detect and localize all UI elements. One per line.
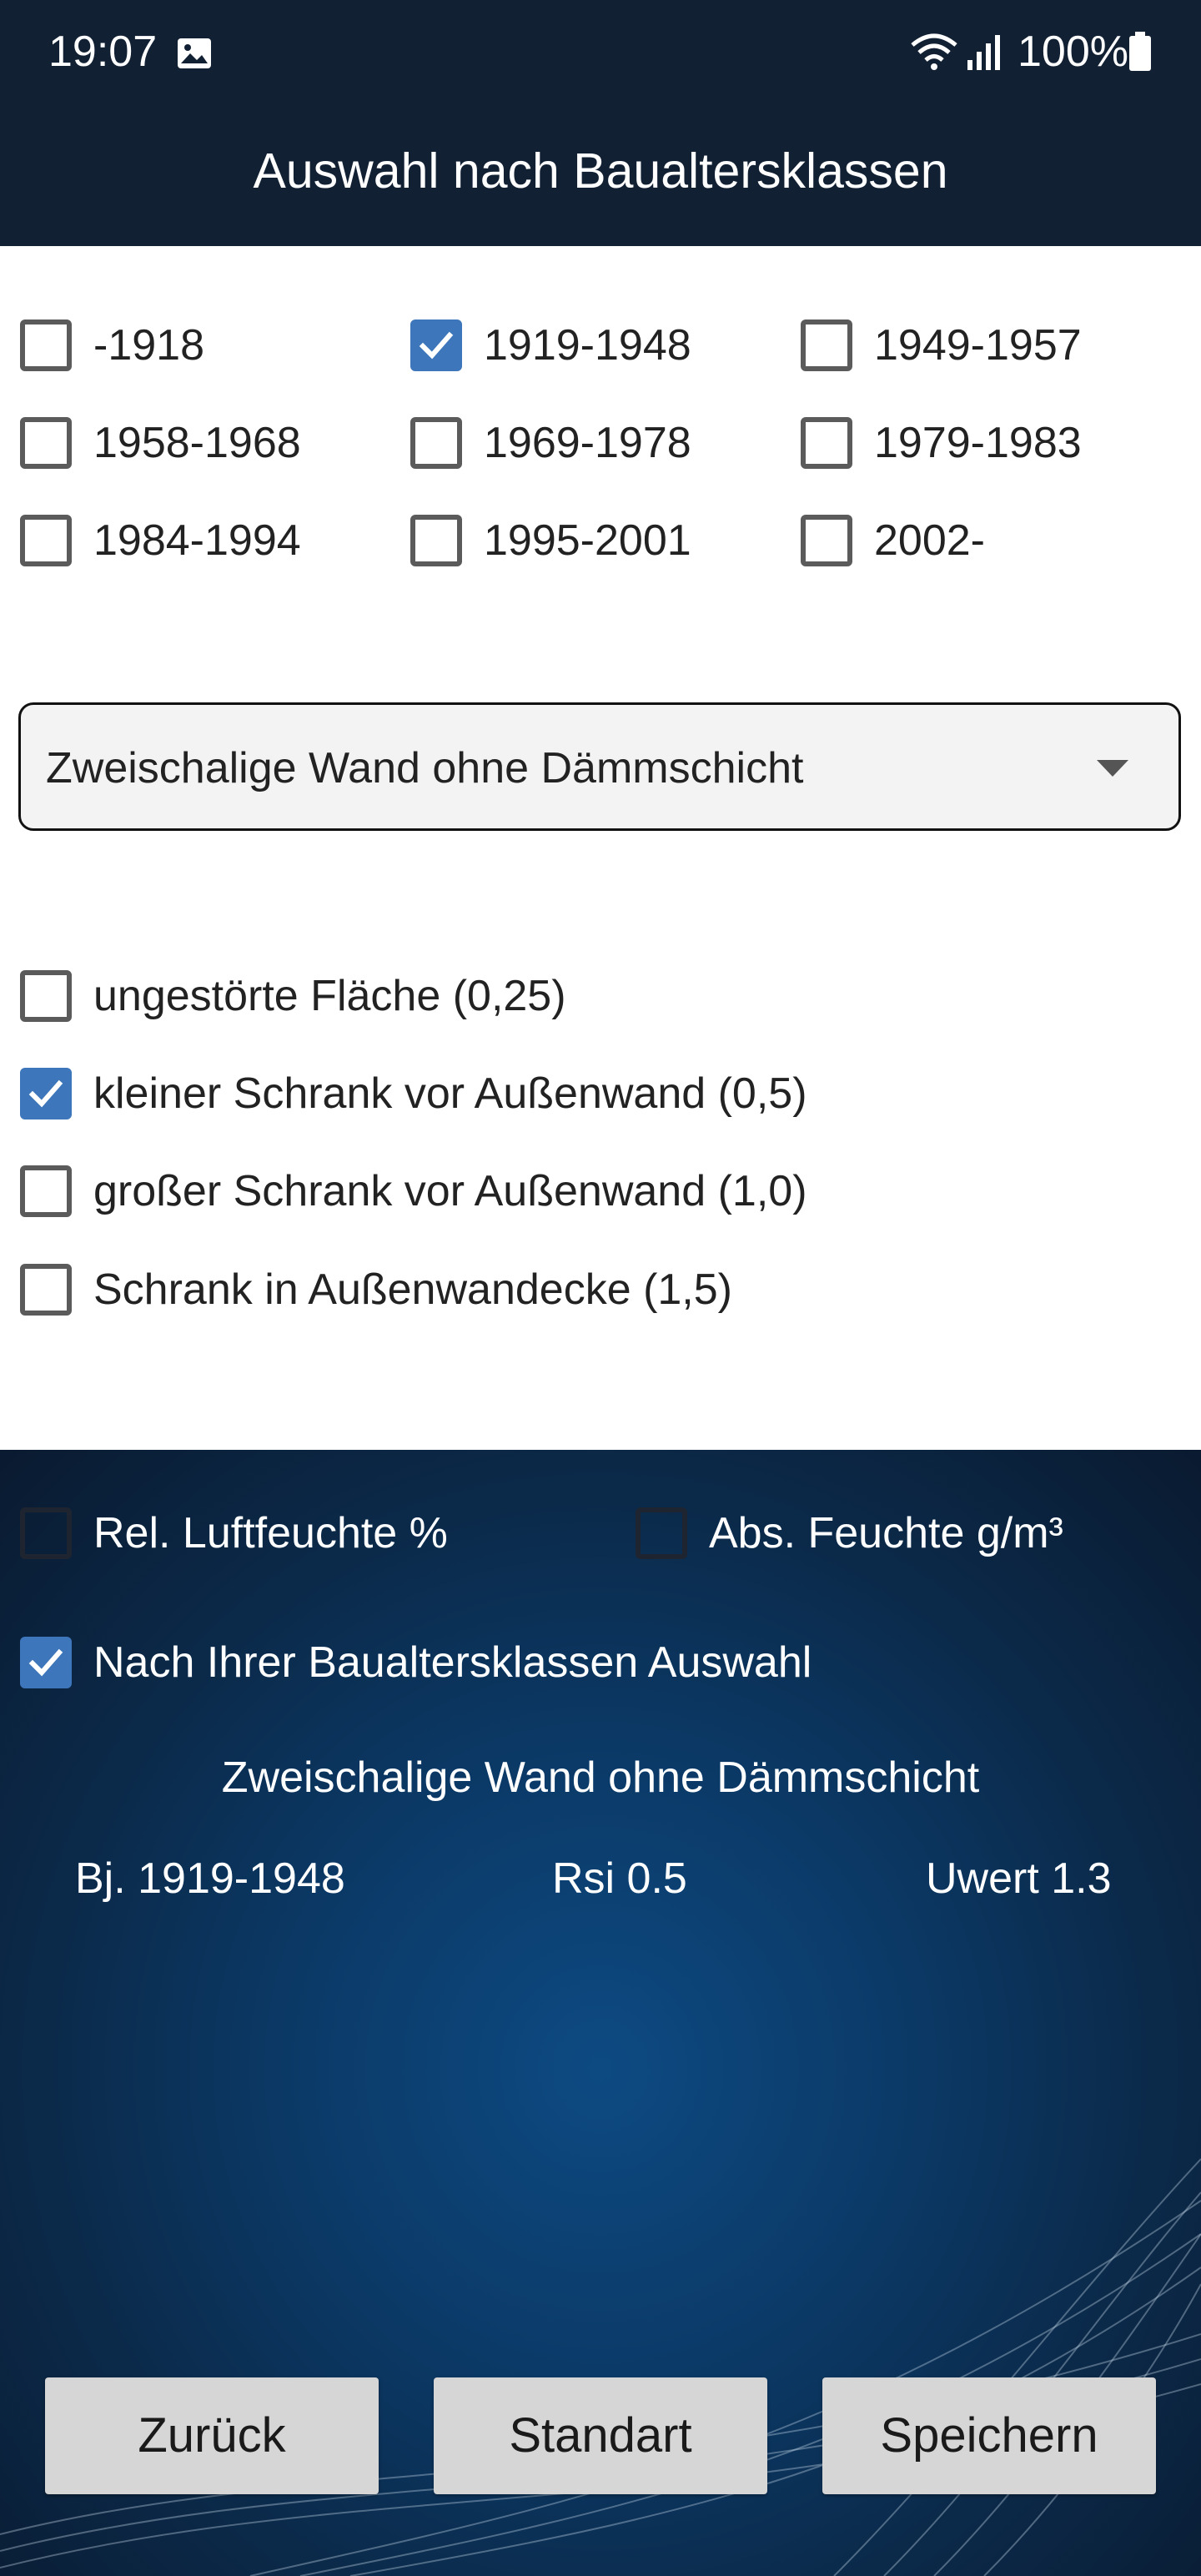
save-button[interactable]: Speichern [822, 2377, 1156, 2494]
battery-icon [1129, 32, 1151, 71]
wifi-icon [911, 33, 957, 70]
battery-percentage: 100% [1018, 28, 1128, 76]
year-class-label: 1958-1968 [93, 419, 301, 467]
year-class-checkbox[interactable] [801, 515, 852, 566]
absolute-humidity-label: Abs. Feuchte g/m³ [709, 1509, 1063, 1557]
furniture-option-label: ungestörte Fläche (0,25) [93, 972, 566, 1020]
title-bar: Auswahl nach Baualtersklassen [0, 104, 1201, 246]
wall-type-selected-value: Zweischalige Wand ohne Dämmschicht [46, 744, 804, 792]
year-class-selection-label: Nach Ihrer Baualtersklassen Auswahl [93, 1638, 812, 1687]
checkmark-icon [419, 331, 454, 360]
furniture-option-checkbox[interactable] [20, 1264, 72, 1316]
year-class-label: 1949-1957 [874, 321, 1082, 370]
year-class-checkbox[interactable] [20, 515, 72, 566]
year-class-checkbox[interactable] [801, 417, 852, 469]
year-class-label: 1979-1983 [874, 419, 1082, 467]
status-bar: 19:07 100% [0, 0, 1201, 104]
signal-icon [967, 35, 1000, 70]
year-class-checkbox[interactable] [20, 319, 72, 371]
page-title: Auswahl nach Baualtersklassen [253, 143, 948, 199]
wall-type-dropdown[interactable]: Zweischalige Wand ohne Dämmschicht [18, 702, 1181, 831]
furniture-option-checkbox[interactable] [20, 970, 72, 1022]
default-button[interactable]: Standart [434, 2377, 767, 2494]
summary-rsi: Rsi 0.5 [552, 1854, 687, 1903]
year-class-checkbox[interactable] [801, 319, 852, 371]
year-class-label: 1919-1948 [484, 321, 691, 370]
year-class-checkbox[interactable] [410, 515, 462, 566]
year-class-checkbox[interactable] [410, 417, 462, 469]
checkmark-icon [28, 1648, 63, 1677]
checkmark-icon [28, 1079, 63, 1108]
year-class-label: 2002- [874, 516, 985, 565]
absolute-humidity-checkbox[interactable] [636, 1507, 687, 1559]
furniture-option-label: Schrank in Außenwandecke (1,5) [93, 1265, 732, 1314]
summary-year: Bj. 1919-1948 [75, 1854, 345, 1903]
relative-humidity-label: Rel. Luftfeuchte % [93, 1509, 448, 1557]
summary-uwert: Uwert 1.3 [926, 1854, 1112, 1903]
year-class-label: -1918 [93, 321, 204, 370]
image-notification-icon [178, 38, 211, 68]
summary-wall-type: Zweischalige Wand ohne Dämmschicht [221, 1753, 980, 1802]
year-class-checkbox[interactable] [410, 319, 462, 371]
year-class-label: 1969-1978 [484, 419, 691, 467]
dropdown-arrow-icon [1097, 760, 1128, 777]
year-class-checkbox[interactable] [20, 417, 72, 469]
year-class-label: 1995-2001 [484, 516, 691, 565]
status-time: 19:07 [48, 28, 158, 76]
results-panel: Rel. Luftfeuchte % Abs. Feuchte g/m³ Nac… [0, 1450, 1201, 2576]
back-button[interactable]: Zurück [45, 2377, 379, 2494]
furniture-option-checkbox[interactable] [20, 1165, 72, 1217]
furniture-option-checkbox[interactable] [20, 1068, 72, 1119]
year-class-label: 1984-1994 [93, 516, 301, 565]
relative-humidity-checkbox[interactable] [20, 1507, 72, 1559]
furniture-option-label: großer Schrank vor Außenwand (1,0) [93, 1167, 807, 1215]
furniture-option-label: kleiner Schrank vor Außenwand (0,5) [93, 1069, 807, 1118]
year-class-selection-checkbox[interactable] [20, 1637, 72, 1688]
